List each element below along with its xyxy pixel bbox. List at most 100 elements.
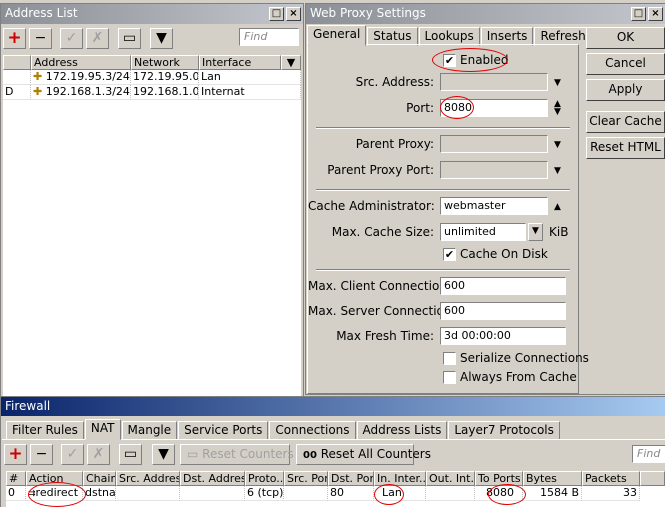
ok-button[interactable]: OK [586,27,665,49]
column-address[interactable]: Address [31,55,131,70]
firewall-title: Firewall [5,399,51,413]
tab-nat[interactable]: NAT [84,419,121,440]
remove-icon[interactable]: − [29,28,52,49]
address-icon: ✚ [33,70,43,83]
column-filler [640,471,665,486]
column-packets[interactable]: Packets [582,471,640,486]
filter-icon[interactable]: ▼ [150,28,173,49]
port-input[interactable]: 8080 [440,99,548,117]
column-network[interactable]: Network [131,55,199,70]
table-row[interactable]: 0 ⇉redirect dstnat 6 (tcp) 80 Lan 8080 1… [6,486,665,501]
reset-counters-label: Reset Counters [202,447,294,461]
enabled-label: Enabled [460,53,509,67]
disable-icon[interactable]: ✗ [86,28,109,49]
port-stepper-icon[interactable]: ▲ ▼ [554,100,561,117]
fw-remove-icon[interactable]: − [30,444,53,465]
tab-layer7-protocols[interactable]: Layer7 Protocols [448,421,560,440]
reset-all-counters-button[interactable]: 00 Reset All Counters [296,444,431,465]
row-dst-port: 80 [328,486,374,501]
apply-button[interactable]: Apply [586,79,665,101]
tab-address-lists[interactable]: Address Lists [356,421,448,440]
serialize-conn-label: Serialize Connections [460,351,589,365]
cache-admin-collapse-icon[interactable]: ▲ [554,202,561,212]
column-src-port[interactable]: Src. Port [284,471,328,486]
comment-icon[interactable]: ▭ [118,28,141,49]
maximize-icon[interactable]: □ [269,7,284,21]
max-cache-size-input[interactable]: unlimited [440,223,526,241]
firewall-find-input[interactable]: Find [632,445,665,463]
close-icon[interactable]: × [648,7,663,21]
fw-add-icon[interactable]: + [4,444,27,465]
tab-mangle[interactable]: Mangle [121,421,178,440]
max-client-conn-label: Max. Client Connections: [308,279,458,293]
fw-filter-icon[interactable]: ▼ [152,444,175,465]
max-fresh-time-input[interactable]: 3d 00:00:00 [440,327,566,345]
enabled-checkbox[interactable]: ✔ [443,54,456,67]
column-dst-address[interactable]: Dst. Address [180,471,245,486]
table-row[interactable]: D ✚ 192.168.1.3/24 192.168.1.0 Internat [3,85,301,100]
row-src-address [116,486,180,501]
column-src-address[interactable]: Src. Address [116,471,180,486]
column-interface[interactable]: Interface [199,55,281,70]
table-row[interactable]: ✚ 172.19.95.3/24 172.19.95.0 Lan [3,70,301,85]
tab-service-ports[interactable]: Service Ports [178,421,269,440]
row-network: 192.168.1.0 [131,85,199,100]
add-icon[interactable]: + [3,28,26,49]
max-server-conn-input[interactable]: 600 [440,302,566,320]
separator [316,127,570,129]
row-address: ✚ 172.19.95.3/24 [31,70,131,85]
column-bytes[interactable]: Bytes [523,471,582,486]
reset-counters-icon: ▭ [187,447,199,461]
row-num: 0 [6,486,26,501]
tab-filter-rules[interactable]: Filter Rules [6,421,84,440]
column-in-interface[interactable]: In. Inter... [374,471,426,486]
fw-comment-icon[interactable]: ▭ [119,444,142,465]
close-icon[interactable]: × [286,7,301,21]
cancel-button[interactable]: Cancel [586,53,665,75]
always-from-cache-checkbox[interactable] [443,371,456,384]
separator [316,269,570,271]
parent-proxy-port-dropdown-icon[interactable]: ▼ [554,166,561,176]
row-flag: D [3,85,31,100]
reset-all-counters-icon: 00 [303,450,317,461]
column-out-interface[interactable]: Out. Int... [426,471,475,486]
maximize-icon[interactable]: □ [631,7,646,21]
serialize-conn-checkbox[interactable] [443,352,456,365]
column-to-ports[interactable]: To Ports [475,471,523,486]
reset-html-button[interactable]: Reset HTML [586,137,665,159]
clear-cache-button[interactable]: Clear Cache [586,111,665,133]
tab-connections[interactable]: Connections [269,421,356,440]
column-num[interactable]: # [6,471,26,486]
src-address-input[interactable] [440,73,548,91]
column-proto[interactable]: Proto... [245,471,284,486]
cache-on-disk-checkbox[interactable]: ✔ [443,248,456,261]
web-proxy-title: Web Proxy Settings [310,6,426,20]
row-network: 172.19.95.0 [131,70,199,85]
port-label: Port: [406,101,434,115]
src-address-dropdown-icon[interactable]: ▼ [554,78,561,88]
max-cache-size-dropdown-icon[interactable]: ▼ [528,223,543,241]
max-client-conn-input[interactable]: 600 [440,277,566,295]
cache-admin-input[interactable]: webmaster [440,197,548,215]
column-flag[interactable] [3,55,31,70]
parent-proxy-dropdown-icon[interactable]: ▼ [554,140,561,150]
parent-proxy-port-input[interactable] [440,161,548,179]
reset-all-counters-label: Reset All Counters [320,447,431,461]
parent-proxy-input[interactable] [440,135,548,153]
column-dst-port[interactable]: Dst. Port [328,471,374,486]
web-proxy-titlebar[interactable]: Web Proxy Settings □ × [306,4,665,24]
firewall-titlebar[interactable]: Firewall [1,397,665,416]
row-dst-address [180,486,245,501]
fw-disable-icon[interactable]: ✗ [87,444,110,465]
always-from-cache-label: Always From Cache [460,370,577,384]
enable-icon[interactable]: ✓ [60,28,83,49]
fw-enable-icon[interactable]: ✓ [61,444,84,465]
address-list-titlebar[interactable]: Address List □ × [1,4,303,24]
column-menu-icon[interactable]: ▼ [281,55,301,70]
column-chain[interactable]: Chain [83,471,116,486]
column-action[interactable]: Action [26,471,83,486]
tab-general[interactable]: General [307,25,367,46]
reset-counters-button[interactable]: ▭ Reset Counters [180,444,294,465]
address-find-input[interactable]: Find [239,28,299,46]
row-chain: dstnat [83,486,116,501]
